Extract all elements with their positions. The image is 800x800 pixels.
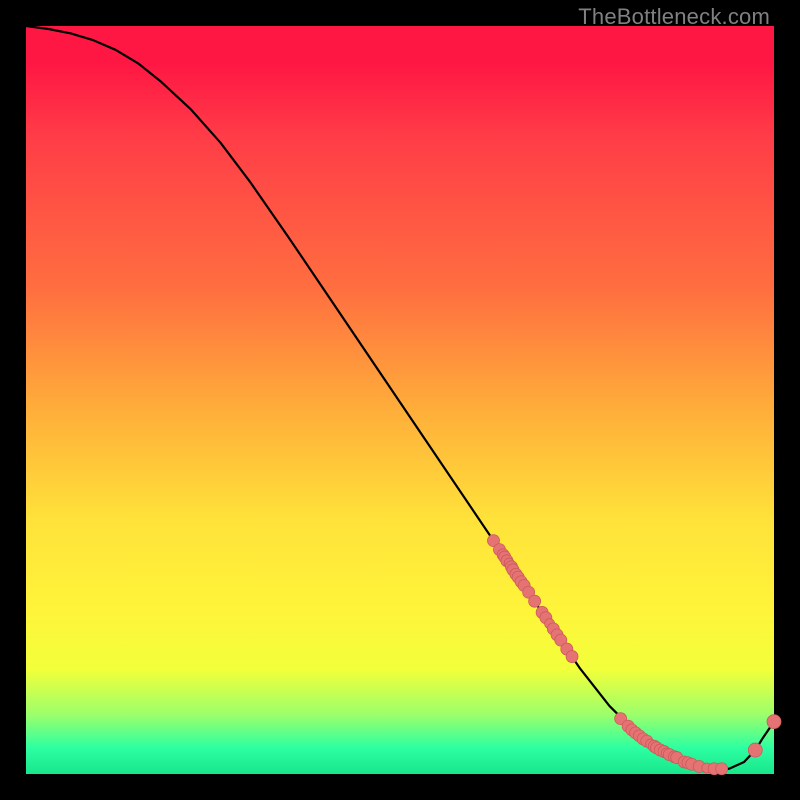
data-point	[566, 651, 578, 663]
chart-overlay	[26, 26, 774, 774]
series-points	[488, 535, 782, 775]
series-curve	[26, 26, 774, 769]
data-point	[716, 763, 728, 775]
data-point	[767, 715, 781, 729]
data-point	[748, 743, 762, 757]
chart-frame: TheBottleneck.com	[0, 0, 800, 800]
data-point	[529, 595, 541, 607]
